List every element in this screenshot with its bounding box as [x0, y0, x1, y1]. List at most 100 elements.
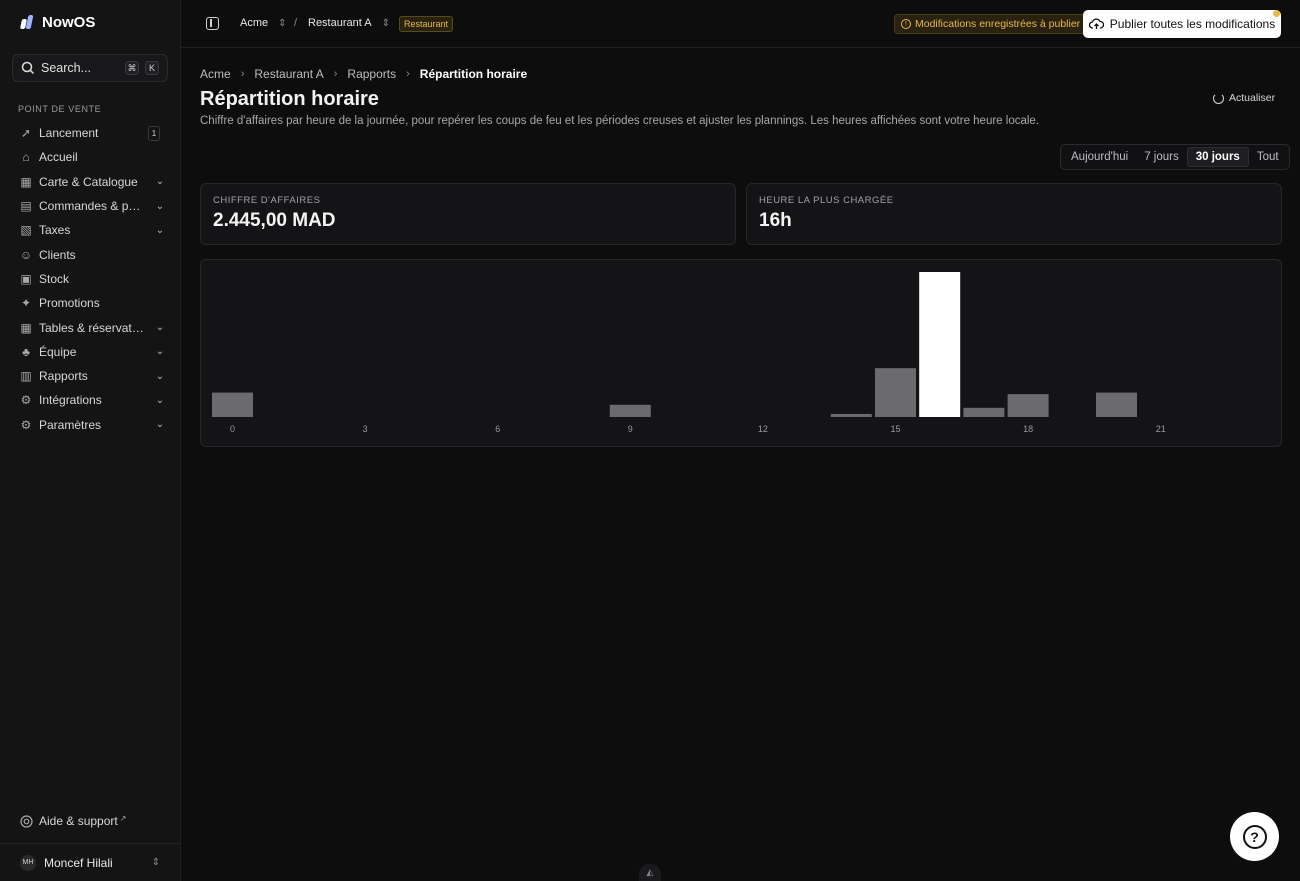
kpi-revenue-label: CHIFFRE D'AFFAIRES: [213, 195, 321, 206]
sidebar-item-stock[interactable]: ▣ Stock: [12, 267, 168, 291]
brand[interactable]: NowOS: [20, 14, 95, 31]
lifebuoy-icon: [20, 814, 33, 828]
sidebar-item-accueil[interactable]: ⌂ Accueil: [12, 145, 168, 169]
chevrons-updown-icon: ⇕: [151, 857, 160, 868]
x-tick-label: 0: [230, 424, 235, 434]
users-icon: ☺: [19, 247, 33, 262]
sidebar-item-label: Tables & réservations: [39, 320, 145, 335]
org-name: Acme: [240, 17, 269, 29]
bar-hour-14[interactable]: [830, 413, 872, 417]
bar-hour-15[interactable]: [875, 368, 916, 417]
sidebar-item-label: Lancement: [39, 126, 99, 141]
sidebar-item-label: Commandes & paiements: [39, 199, 145, 214]
chevron-down-icon: ⌄: [155, 322, 165, 334]
sidebar-item-tables-reservations[interactable]: ▦ Tables & réservations ⌄: [12, 315, 168, 339]
bar-hour-20[interactable]: [1096, 392, 1137, 417]
kpi-revenue-value: 2.445,00 MAD: [213, 210, 336, 231]
location-type-badge: Restaurant: [399, 16, 454, 32]
x-tick-label: 6: [495, 424, 500, 434]
sidebar-item-lancement[interactable]: ➚ Lancement 1: [12, 121, 168, 145]
avatar: MH: [20, 854, 36, 871]
sidebar-item-parametres[interactable]: ⚙ Paramètres ⌄: [12, 413, 168, 437]
shortcut-k-key: K: [145, 61, 159, 75]
sidebar-item-taxes[interactable]: ▧ Taxes ⌄: [12, 218, 168, 242]
user-menu[interactable]: MH Moncef Hilali ⇕: [0, 843, 180, 881]
range-option[interactable]: 30 jours: [1186, 147, 1249, 167]
chevron-down-icon: ⌄: [155, 200, 165, 212]
sidebar-item-equipe[interactable]: ♣ Équipe ⌄: [12, 340, 168, 364]
bar-hour-18[interactable]: [1007, 394, 1049, 417]
bar-hour-17[interactable]: [963, 407, 1005, 417]
publish-all-button[interactable]: Publier toutes les modifications: [1083, 10, 1281, 38]
table-icon: ▦: [20, 320, 32, 335]
sidebar-item-label: Promotions: [39, 296, 100, 311]
receipt-icon: ▤: [20, 199, 32, 214]
location-switcher[interactable]: Restaurant A ⇕: [308, 17, 390, 29]
hourly-chart: 0 3 6 9 12 15 18 21: [200, 259, 1282, 447]
kpi-busiest-hour-value: 16h: [759, 210, 792, 231]
pending-changes-badge[interactable]: ! Modifications enregistrées à publier: [894, 14, 1088, 34]
x-tick-label: 9: [628, 424, 633, 434]
user-name: Moncef Hilali: [44, 855, 113, 870]
bar-hour-16[interactable]: [919, 272, 961, 417]
range-option[interactable]: Aujourd'hui: [1063, 147, 1136, 167]
page-title: Répartition horaire: [200, 88, 379, 110]
box-icon: ▣: [20, 271, 32, 286]
brand-name: NowOS: [42, 14, 96, 31]
sidebar-item-badge: 1: [148, 125, 160, 141]
breadcrumb-link[interactable]: Restaurant A: [254, 67, 323, 81]
topbar-separator: /: [294, 17, 298, 29]
info-icon: !: [901, 19, 911, 29]
footer-logo-icon[interactable]: ◭: [639, 864, 661, 881]
help-button[interactable]: ?: [1230, 812, 1279, 861]
sidebar-item-carte-catalogue[interactable]: ▦ Carte & Catalogue ⌄: [12, 170, 168, 194]
sidebar-item-integrations[interactable]: ⚙ Intégrations ⌄: [12, 388, 168, 412]
bar-hour-9[interactable]: [609, 404, 651, 417]
sidebar-item-label: Paramètres: [39, 417, 102, 432]
org-switcher[interactable]: Acme ⇕: [240, 17, 287, 29]
range-option[interactable]: 7 jours: [1136, 147, 1187, 167]
sidebar-item-rapports[interactable]: ▥ Rapports ⌄: [12, 364, 168, 388]
chevron-down-icon: ⌄: [155, 346, 165, 358]
plug-icon: ⚙: [20, 393, 32, 408]
sidebar-item-clients[interactable]: ☺ Clients: [12, 242, 168, 266]
refresh-button[interactable]: Actualiser: [1213, 92, 1275, 104]
nowos-logo-icon: [20, 15, 34, 31]
help-support-link[interactable]: Aide & support ↗: [20, 814, 126, 828]
x-tick-label: 12: [758, 424, 768, 434]
shortcut-cmd-key: ⌘: [125, 61, 139, 75]
search-icon: [21, 61, 35, 75]
bar-hour-0[interactable]: [212, 392, 253, 417]
x-tick-label: 21: [1156, 424, 1166, 434]
tax-icon: ▧: [20, 223, 32, 238]
refresh-icon: [1213, 92, 1224, 104]
date-range-selector: Aujourd'hui 7 jours 30 jours Tout: [1060, 144, 1290, 170]
chevron-right-icon: ›: [333, 68, 338, 80]
grid-icon: ▦: [20, 174, 32, 189]
sidebar-item-commandes-paiements[interactable]: ▤ Commandes & paiements ⌄: [12, 194, 168, 218]
chevron-right-icon: ›: [240, 68, 245, 80]
location-name: Restaurant A: [308, 17, 372, 29]
help-support-label: Aide & support: [39, 814, 118, 828]
sidebar: NowOS Search... ⌘ K POINT DE VENTE ➚ Lanc…: [0, 0, 181, 881]
kpi-revenue: CHIFFRE D'AFFAIRES 2.445,00 MAD: [200, 183, 736, 245]
search-placeholder: Search...: [41, 61, 92, 75]
rocket-icon: ➚: [20, 126, 32, 141]
sidebar-item-promotions[interactable]: ✦ Promotions: [12, 291, 168, 315]
refresh-label: Actualiser: [1229, 92, 1276, 104]
sidebar-item-label: Carte & Catalogue: [39, 174, 138, 189]
topbar: Acme ⇕ / Restaurant A ⇕ Restaurant ! Mod…: [181, 0, 1300, 48]
breadcrumb-link[interactable]: Acme: [200, 67, 231, 81]
chevron-down-icon: ⌄: [155, 419, 165, 431]
chevron-down-icon: ⌄: [155, 394, 165, 406]
breadcrumb-link[interactable]: Rapports: [347, 67, 396, 81]
publish-all-label: Publier toutes les modifications: [1109, 17, 1276, 31]
sidebar-item-label: Équipe: [39, 344, 77, 359]
search-input[interactable]: Search... ⌘ K: [12, 54, 168, 82]
sidebar-toggle-icon[interactable]: [206, 17, 219, 30]
breadcrumb: Acme › Restaurant A › Rapports › Répartition h…: [200, 67, 527, 81]
breadcrumb-current: Répartition horaire: [419, 67, 528, 81]
sidebar-item-label: Intégrations: [39, 393, 102, 408]
range-option[interactable]: Tout: [1249, 147, 1287, 167]
question-icon: ?: [1242, 824, 1267, 849]
